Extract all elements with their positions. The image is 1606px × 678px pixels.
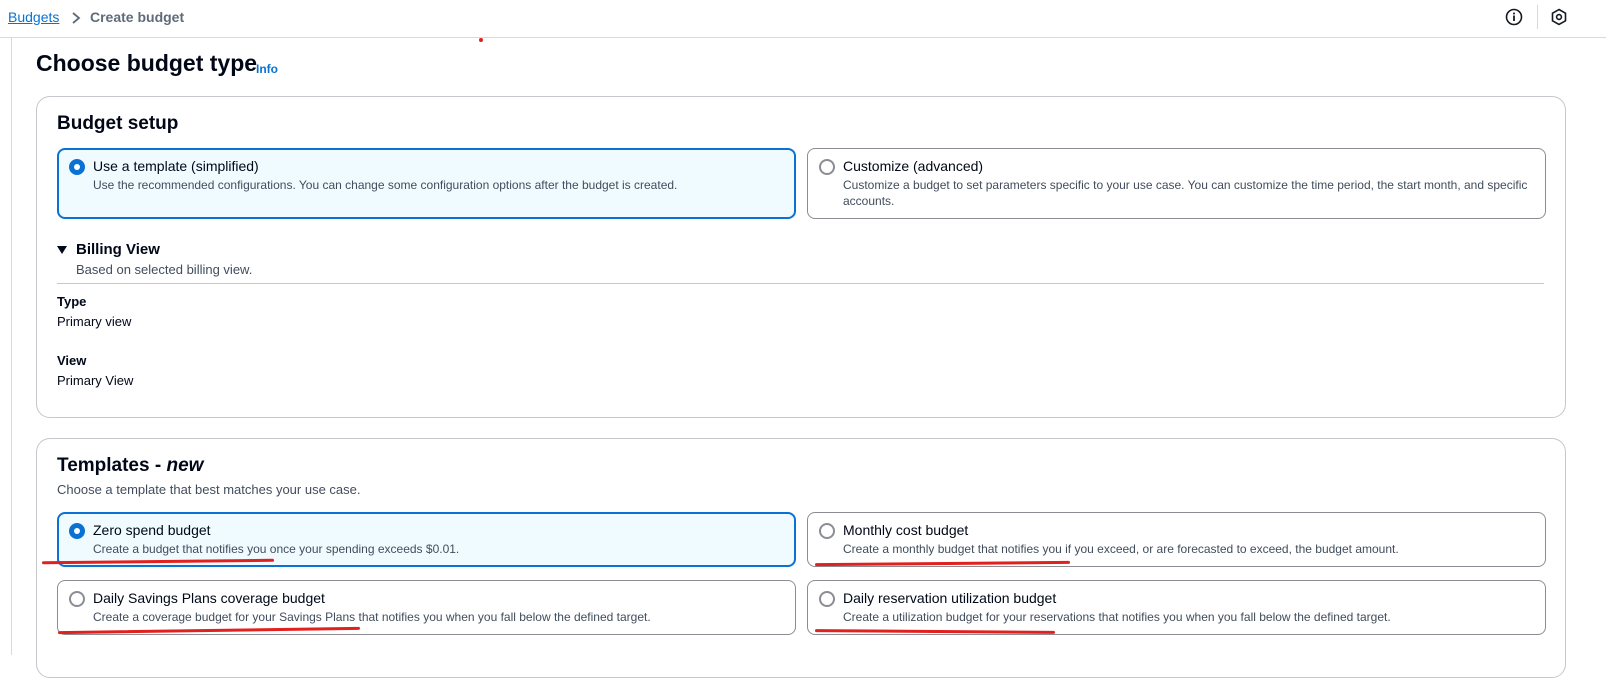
radio-unselected[interactable]	[819, 159, 835, 175]
templates-title-new: new	[166, 455, 204, 476]
option-description: Use the recommended configurations. You …	[93, 178, 678, 192]
type-label: Type	[57, 294, 87, 309]
radio-unselected[interactable]	[69, 591, 85, 607]
option-label: Use a template (simplified)	[93, 158, 259, 174]
type-value: Primary view	[57, 314, 132, 329]
option-label: Daily Savings Plans coverage budget	[93, 590, 325, 606]
radio-unselected[interactable]	[819, 523, 835, 539]
annotation-dot	[479, 38, 483, 42]
caret-down-icon[interactable]	[57, 245, 67, 255]
billing-view-toggle[interactable]: Billing View	[76, 241, 160, 258]
chevron-right-icon	[72, 12, 81, 24]
monthly-cost-option[interactable]: Monthly cost budget Create a monthly bud…	[807, 512, 1546, 567]
option-description: Create a monthly budget that notifies yo…	[843, 542, 1399, 556]
option-label: Daily reservation utilization budget	[843, 590, 1057, 606]
budget-setup-title: Budget setup	[57, 113, 179, 134]
view-label: View	[57, 353, 87, 368]
top-divider	[1537, 5, 1538, 29]
reservation-utilization-option[interactable]: Daily reservation utilization budget Cre…	[807, 580, 1546, 635]
zero-spend-option[interactable]: Zero spend budget Create a budget that n…	[57, 512, 796, 567]
templates-subtitle: Choose a template that best matches your…	[57, 482, 361, 497]
option-description: Create a budget that notifies you once y…	[93, 542, 460, 556]
hexagon-icon[interactable]	[1550, 8, 1568, 26]
view-value: Primary View	[57, 373, 134, 388]
option-description: Create a coverage budget for your Saving…	[93, 610, 651, 624]
option-label: Monthly cost budget	[843, 522, 969, 538]
breadcrumb-budgets-link[interactable]: Budgets	[8, 9, 59, 25]
billing-view-subtitle: Based on selected billing view.	[76, 262, 253, 277]
info-link[interactable]: Info	[256, 62, 278, 76]
templates-title: Templates - new	[57, 455, 203, 477]
templates-title-prefix: Templates -	[57, 455, 167, 476]
option-label: Customize (advanced)	[843, 158, 984, 174]
customize-option[interactable]: Customize (advanced) Customize a budget …	[807, 148, 1546, 219]
breadcrumb-current: Create budget	[90, 9, 185, 25]
radio-selected[interactable]	[69, 159, 85, 175]
radio-unselected[interactable]	[819, 591, 835, 607]
top-bar: Budgets Create budget	[0, 0, 1606, 38]
billing-view-divider	[57, 283, 1544, 284]
option-description: Customize a budget to set parameters spe…	[843, 178, 1528, 208]
left-rail	[11, 38, 12, 655]
page-title: Choose budget type	[36, 50, 258, 76]
info-circle-icon[interactable]	[1505, 8, 1523, 26]
option-label: Zero spend budget	[93, 522, 211, 538]
savings-plans-coverage-option[interactable]: Daily Savings Plans coverage budget Crea…	[57, 580, 796, 635]
option-description: Create a utilization budget for your res…	[843, 610, 1391, 624]
budget-setup-panel	[36, 96, 1566, 418]
radio-selected[interactable]	[69, 523, 85, 539]
use-template-option[interactable]: Use a template (simplified) Use the reco…	[57, 148, 796, 219]
